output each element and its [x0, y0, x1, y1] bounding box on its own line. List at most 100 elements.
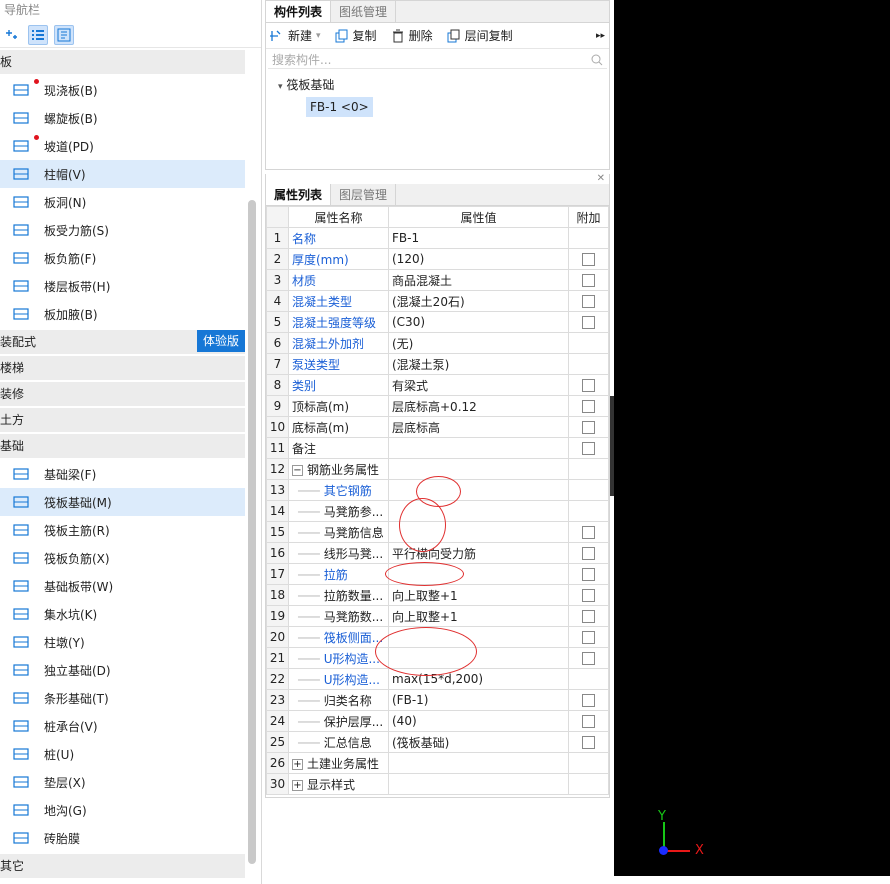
property-value[interactable]: 向上取整+1 [388, 584, 569, 606]
attach-checkbox[interactable] [582, 652, 595, 665]
nav-item[interactable]: 集水坑(K) [0, 600, 245, 628]
property-value[interactable]: 层底标高 [388, 416, 569, 438]
chevron-down-icon[interactable]: ▾ [316, 31, 321, 41]
category-foundation[interactable]: 基础 [0, 434, 245, 458]
property-value[interactable]: (混凝土泵) [388, 353, 569, 375]
property-value[interactable]: (混凝土20石) [388, 290, 569, 312]
copy-button[interactable]: 复制 [335, 27, 377, 44]
property-value[interactable]: FB-1 [388, 227, 569, 249]
list-view-icon[interactable] [28, 24, 48, 45]
nav-item[interactable]: 筏板基础(M) [0, 488, 245, 516]
category-assembly[interactable]: 装配式 体验版 [0, 330, 245, 354]
detail-view-icon[interactable] [54, 24, 74, 45]
nav-item[interactable]: 板加腋(B) [0, 300, 245, 328]
property-value[interactable]: 有梁式 [388, 374, 569, 396]
nav-item[interactable]: 板受力筋(S) [0, 216, 245, 244]
tab-component-list[interactable]: 构件列表 [266, 1, 332, 22]
attach-checkbox[interactable] [582, 400, 595, 413]
property-row[interactable]: 4 混凝土类型 (混凝土20石) [266, 290, 609, 312]
property-row[interactable]: 30 + 显示样式 [266, 773, 609, 795]
attach-checkbox[interactable] [582, 694, 595, 707]
category-other[interactable]: 其它 [0, 854, 245, 878]
attach-checkbox[interactable] [582, 316, 595, 329]
nav-item[interactable]: 柱帽(V) [0, 160, 245, 188]
attach-checkbox[interactable] [582, 274, 595, 287]
nav-item[interactable]: 现浇板(B) [0, 76, 245, 104]
attach-checkbox[interactable] [582, 736, 595, 749]
nav-item[interactable]: 基础板带(W) [0, 572, 245, 600]
tree-node-fb1[interactable]: FB-1 <0> [306, 97, 373, 117]
tab-property-list[interactable]: 属性列表 [266, 184, 332, 205]
attach-checkbox[interactable] [582, 442, 595, 455]
property-row[interactable]: 6 混凝土外加剂 (无) [266, 332, 609, 354]
splitter-handle[interactable] [610, 396, 614, 496]
property-row[interactable]: 19 ─── 马凳筋数... 向上取整+1 [266, 605, 609, 627]
property-value[interactable]: (120) [388, 248, 569, 270]
expand-icon[interactable]: + [292, 779, 303, 791]
nav-item[interactable]: 筏板负筋(X) [0, 544, 245, 572]
nav-item[interactable]: 独立基础(D) [0, 656, 245, 684]
attach-checkbox[interactable] [582, 421, 595, 434]
category-earthwork[interactable]: 土方 [0, 408, 245, 432]
property-row[interactable]: 9 顶标高(m) 层底标高+0.12 [266, 395, 609, 417]
category-stairs[interactable]: 楼梯 [0, 356, 245, 380]
attach-checkbox[interactable] [582, 610, 595, 623]
sparkle-icon[interactable] [2, 25, 22, 45]
attach-checkbox[interactable] [582, 715, 595, 728]
more-icon[interactable]: ▸▸ [596, 31, 605, 41]
property-row[interactable]: 24 ─── 保护层厚... (40) [266, 710, 609, 732]
nav-item[interactable]: 板洞(N) [0, 188, 245, 216]
property-row[interactable]: 23 ─── 归类名称 (FB-1) [266, 689, 609, 711]
nav-scrollbar[interactable] [248, 200, 256, 864]
collapse-icon[interactable]: − [292, 464, 303, 476]
property-row[interactable]: 3 材质 商品混凝土 [266, 269, 609, 291]
nav-item[interactable]: 砖胎膜 [0, 824, 245, 852]
category-decoration[interactable]: 装修 [0, 382, 245, 406]
nav-item[interactable]: 楼层板带(H) [0, 272, 245, 300]
property-row[interactable]: 18 ─── 拉筋数量... 向上取整+1 [266, 584, 609, 606]
nav-item[interactable]: 条形基础(T) [0, 684, 245, 712]
nav-item[interactable]: 螺旋板(B) [0, 104, 245, 132]
attach-checkbox[interactable] [582, 589, 595, 602]
property-value[interactable]: 商品混凝土 [388, 269, 569, 291]
property-row[interactable]: 8 类别 有梁式 [266, 374, 609, 396]
property-row[interactable]: 11 备注 [266, 437, 609, 459]
property-value[interactable]: (40) [388, 710, 569, 732]
category-slab[interactable]: 板 [0, 50, 245, 74]
tab-layer-management[interactable]: 图层管理 [331, 184, 397, 205]
new-button[interactable]: 新建 ▾ [270, 27, 321, 44]
property-value[interactable] [388, 437, 569, 459]
nav-item[interactable]: 垫层(X) [0, 768, 245, 796]
nav-item[interactable]: 筏板主筋(R) [0, 516, 245, 544]
attach-checkbox[interactable] [582, 526, 595, 539]
property-value[interactable] [388, 458, 569, 480]
trial-badge[interactable]: 体验版 [196, 330, 245, 352]
property-row[interactable]: 5 混凝土强度等级 (C30) [266, 311, 609, 333]
attach-checkbox[interactable] [582, 379, 595, 392]
delete-button[interactable]: 删除 [391, 27, 433, 44]
expand-icon[interactable]: + [292, 758, 303, 770]
property-row[interactable]: 7 泵送类型 (混凝土泵) [266, 353, 609, 375]
property-value[interactable]: (无) [388, 332, 569, 354]
nav-item[interactable]: 板负筋(F) [0, 244, 245, 272]
component-search-input[interactable]: 搜索构件... [268, 51, 607, 69]
close-icon[interactable]: ✕ [266, 174, 609, 184]
attach-checkbox[interactable] [582, 547, 595, 560]
nav-item[interactable]: 桩(U) [0, 740, 245, 768]
expand-arrow-icon[interactable]: ▾ [278, 82, 283, 92]
nav-item[interactable]: 柱墩(Y) [0, 628, 245, 656]
attach-checkbox[interactable] [582, 568, 595, 581]
attach-checkbox[interactable] [582, 631, 595, 644]
nav-item[interactable]: 桩承台(V) [0, 712, 245, 740]
property-row[interactable]: 10 底标高(m) 层底标高 [266, 416, 609, 438]
nav-item[interactable]: 坡道(PD) [0, 132, 245, 160]
property-value[interactable] [388, 752, 569, 774]
attach-checkbox[interactable] [582, 253, 595, 266]
property-value[interactable] [388, 773, 569, 795]
property-value[interactable]: (C30) [388, 311, 569, 333]
nav-item[interactable]: 地沟(G) [0, 796, 245, 824]
nav-item[interactable]: 基础梁(F) [0, 460, 245, 488]
attach-checkbox[interactable] [582, 295, 595, 308]
property-row[interactable]: 26 + 土建业务属性 [266, 752, 609, 774]
tab-drawing-management[interactable]: 图纸管理 [331, 1, 397, 22]
